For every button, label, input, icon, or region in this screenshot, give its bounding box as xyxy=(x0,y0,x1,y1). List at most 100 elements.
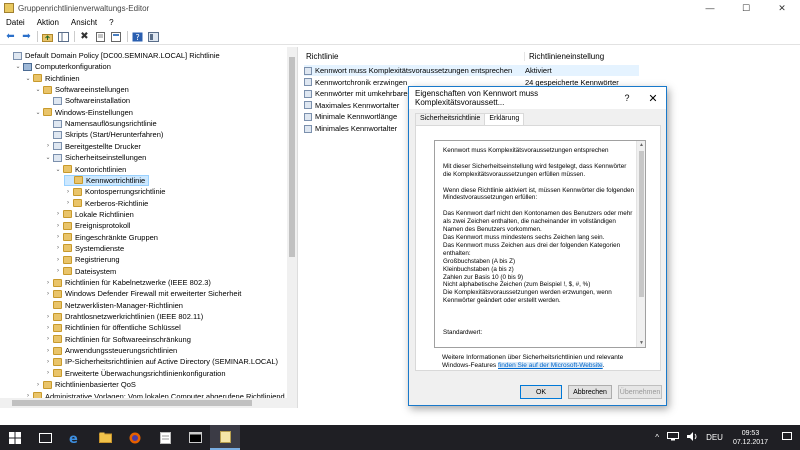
task-view-button[interactable] xyxy=(30,425,60,450)
scrollbar-thumb[interactable] xyxy=(639,151,644,297)
taskbar-cmd[interactable] xyxy=(180,425,210,450)
up-folder-icon[interactable] xyxy=(41,30,54,43)
expand-chevron-icon[interactable]: › xyxy=(44,359,52,365)
collapse-chevron-icon[interactable]: ⌄ xyxy=(34,86,42,93)
tree-item[interactable]: Namensauflösungsrichtlinie xyxy=(44,118,157,129)
tree-item[interactable]: › Anwendungssteuerungsrichtlinien xyxy=(44,345,177,356)
tree-item[interactable]: › Kerberos-Richtlinie xyxy=(64,198,148,209)
tree-item[interactable]: ⌄ Computerkonfiguration xyxy=(14,61,110,72)
expand-chevron-icon[interactable]: › xyxy=(64,200,72,206)
tree-pane[interactable]: Default Domain Policy [DC00.SEMINAR.LOCA… xyxy=(0,47,298,408)
clock[interactable]: 09:53 07.12.2017 xyxy=(733,429,768,447)
microsoft-website-link[interactable]: finden Sie auf der Microsoft-Website xyxy=(498,362,603,369)
properties-icon[interactable] xyxy=(94,30,107,43)
expand-chevron-icon[interactable]: › xyxy=(54,234,62,240)
tree-item[interactable]: Softwareinstallation xyxy=(44,95,130,106)
expand-chevron-icon[interactable]: › xyxy=(44,370,52,376)
tree-item[interactable]: ⌄ Windows-Einstellungen xyxy=(34,107,132,118)
tree-item[interactable]: ⌄ Kontorichtlinien xyxy=(54,164,126,175)
back-icon[interactable]: ⬅ xyxy=(4,30,17,43)
help-icon[interactable]: ? xyxy=(131,30,144,43)
collapse-chevron-icon[interactable]: ⌄ xyxy=(44,154,52,161)
delete-icon[interactable]: ✖ xyxy=(78,30,91,43)
tree-item[interactable]: ⌄ Richtlinien xyxy=(24,73,79,84)
explanation-scrollbar[interactable]: ▲ ▼ xyxy=(636,141,645,347)
tree-item[interactable]: Netzwerklisten-Manager-Richtlinien xyxy=(44,300,183,311)
tree-item[interactable]: › Kontosperrungsrichtlinie xyxy=(64,186,165,197)
scroll-up-icon[interactable]: ▲ xyxy=(637,142,645,148)
tree-item[interactable]: ⌄ Softwareeinstellungen xyxy=(34,84,128,95)
volume-icon[interactable] xyxy=(687,432,698,443)
show-tree-icon[interactable] xyxy=(57,30,70,43)
tree-item[interactable]: › Registrierung xyxy=(54,254,120,265)
collapse-chevron-icon[interactable]: ⌄ xyxy=(34,109,42,116)
taskbar-edge[interactable]: e xyxy=(60,425,90,450)
taskbar-explorer[interactable] xyxy=(90,425,120,450)
scroll-down-icon[interactable]: ▼ xyxy=(637,340,645,346)
expand-chevron-icon[interactable]: › xyxy=(64,189,72,195)
column-header-setting[interactable]: Richtlinieneinstellung xyxy=(524,52,604,61)
expand-chevron-icon[interactable]: › xyxy=(54,211,62,217)
menu-ansicht[interactable]: Ansicht xyxy=(65,18,103,27)
language-indicator[interactable]: DEU xyxy=(706,433,723,442)
tree-item[interactable]: › Richtlinien für Softwareeinschränkung xyxy=(44,334,191,345)
tree-item[interactable]: › Richtlinienbasierter QoS xyxy=(34,379,136,390)
forward-icon[interactable]: ➡ xyxy=(20,30,33,43)
taskbar-firefox[interactable] xyxy=(120,425,150,450)
collapse-chevron-icon[interactable]: ⌄ xyxy=(24,75,32,82)
explanation-textbox[interactable]: Kennwort muss Komplexitätsvoraussetzunge… xyxy=(434,140,646,348)
dialog-help-button[interactable]: ? xyxy=(614,93,640,103)
tray-chevron-icon[interactable]: ^ xyxy=(655,433,659,442)
maximize-button[interactable]: ☐ xyxy=(728,0,764,16)
scrollbar-thumb[interactable] xyxy=(289,57,295,257)
tree-item[interactable]: › Dateisystem xyxy=(54,266,116,277)
tree-item[interactable]: › Eingeschränkte Gruppen xyxy=(54,232,158,243)
network-icon[interactable] xyxy=(667,432,680,443)
expand-chevron-icon[interactable]: › xyxy=(54,245,62,251)
apply-button[interactable]: Übernehmen xyxy=(618,385,662,399)
menu-aktion[interactable]: Aktion xyxy=(31,18,65,27)
tree-item[interactable]: › Erweiterte Überwachungsrichtlinienkonfi… xyxy=(44,368,226,379)
tree-item[interactable]: › Windows Defender Firewall mit erweitert… xyxy=(44,288,241,299)
console-icon[interactable] xyxy=(147,30,160,43)
expand-chevron-icon[interactable]: › xyxy=(44,348,52,354)
tree-item[interactable]: › Richtlinien für Kabelnetzwerke (IEEE 80… xyxy=(44,277,211,288)
expand-chevron-icon[interactable]: › xyxy=(44,336,52,342)
scrollbar-thumb[interactable] xyxy=(12,400,252,406)
taskbar-gpo-editor[interactable] xyxy=(210,425,240,450)
collapse-chevron-icon[interactable]: ⌄ xyxy=(54,166,62,173)
ok-button[interactable]: OK xyxy=(520,385,562,399)
tab-security-policy[interactable]: Sicherheitsrichtlinie xyxy=(415,113,486,125)
tree-item[interactable]: › Richtlinien für öffentliche Schlüssel xyxy=(44,322,181,333)
tree-item[interactable]: Skripts (Start/Herunterfahren) xyxy=(44,129,163,140)
tree-item[interactable]: Kennwortrichtlinie xyxy=(64,174,150,186)
policy-row[interactable]: Kennwort muss Komplexitätsvoraussetzunge… xyxy=(304,65,639,76)
export-list-icon[interactable] xyxy=(110,30,123,43)
tree-item[interactable]: Default Domain Policy [DC00.SEMINAR.LOCA… xyxy=(4,50,220,61)
expand-chevron-icon[interactable]: › xyxy=(54,257,62,263)
dialog-close-button[interactable]: ✕ xyxy=(640,92,666,105)
expand-chevron-icon[interactable]: › xyxy=(34,382,42,388)
tree-horizontal-scrollbar[interactable] xyxy=(0,398,288,408)
tree-item[interactable]: › Lokale Richtlinien xyxy=(54,209,134,220)
close-button[interactable]: ✕ xyxy=(764,0,800,16)
expand-chevron-icon[interactable]: › xyxy=(44,291,52,297)
tree-item[interactable]: › IP-Sicherheitsrichtlinien auf Active Di… xyxy=(44,356,278,367)
menu-datei[interactable]: Datei xyxy=(0,18,31,27)
cancel-button[interactable]: Abbrechen xyxy=(568,385,612,399)
tree-item[interactable]: › Ereignisprotokoll xyxy=(54,220,130,231)
tree-item[interactable]: › Bereitgestellte Drucker xyxy=(44,141,141,152)
column-header-policy[interactable]: Richtlinie xyxy=(306,52,338,61)
minimize-button[interactable]: — xyxy=(692,0,728,16)
notification-center-icon[interactable] xyxy=(782,432,792,443)
tree-item[interactable]: › Drahtlosnetzwerkrichtlinien (IEEE 802.1… xyxy=(44,311,203,322)
start-button[interactable] xyxy=(0,425,30,450)
expand-chevron-icon[interactable]: › xyxy=(44,325,52,331)
tree-item[interactable]: ⌄ Sicherheitseinstellungen xyxy=(44,152,146,163)
expand-chevron-icon[interactable]: › xyxy=(54,223,62,229)
tree-vertical-scrollbar[interactable] xyxy=(287,47,297,408)
collapse-chevron-icon[interactable]: ⌄ xyxy=(14,63,22,70)
taskbar-notepad[interactable] xyxy=(150,425,180,450)
menu-help[interactable]: ? xyxy=(103,18,119,27)
expand-chevron-icon[interactable]: › xyxy=(44,143,52,149)
